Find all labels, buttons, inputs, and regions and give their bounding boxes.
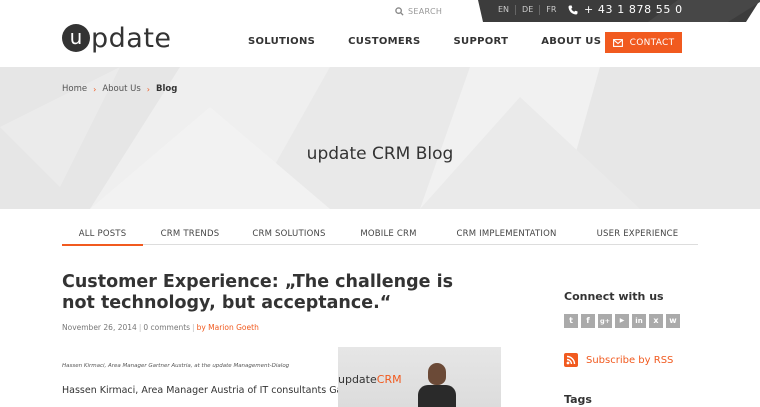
- chevron-right-icon: ›: [93, 84, 97, 94]
- tab-all-posts[interactable]: ALL POSTS: [62, 229, 143, 246]
- tab-mobile-crm[interactable]: MOBILE CRM: [341, 229, 436, 244]
- article-excerpt: Hassen Kirmaci, Area Manager Austria of …: [62, 385, 369, 396]
- breadcrumb-current: Blog: [156, 84, 178, 94]
- youtube-icon[interactable]: ▶: [615, 314, 629, 328]
- language-switcher: EN DE FR: [492, 5, 562, 15]
- nav-about-us[interactable]: ABOUT US: [541, 36, 601, 47]
- photo-sign-suffix: CRM: [376, 373, 402, 386]
- photo-sign-prefix: update: [338, 373, 377, 386]
- search-label: SEARCH: [408, 7, 443, 16]
- search-button[interactable]: SEARCH: [395, 7, 442, 16]
- contact-button[interactable]: CONTACT: [605, 32, 682, 53]
- meta-divider: |: [138, 323, 142, 332]
- lang-fr[interactable]: FR: [540, 5, 562, 15]
- category-tabs: ALL POSTS CRM TRENDS CRM SOLUTIONS MOBIL…: [62, 229, 698, 246]
- nav-solutions[interactable]: SOLUTIONS: [248, 36, 315, 47]
- twitter-icon[interactable]: t: [564, 314, 578, 328]
- nav-support[interactable]: SUPPORT: [454, 36, 509, 47]
- article-meta: November 26, 2014 | 0 comments | by Mari…: [62, 323, 259, 332]
- linkedin-icon[interactable]: in: [632, 314, 646, 328]
- lang-en[interactable]: EN: [492, 5, 517, 15]
- facebook-icon[interactable]: f: [581, 314, 595, 328]
- article-comments[interactable]: 0 comments: [143, 323, 190, 332]
- article-date: November 26, 2014: [62, 323, 137, 332]
- main-nav: SOLUTIONS CUSTOMERS SUPPORT ABOUT US: [248, 36, 634, 47]
- breadcrumb: Home › About Us › Blog: [62, 84, 177, 94]
- contact-label: CONTACT: [629, 37, 675, 48]
- tab-crm-solutions[interactable]: CRM SOLUTIONS: [237, 229, 341, 244]
- connect-title: Connect with us: [564, 290, 664, 303]
- chevron-right-icon: ›: [146, 84, 150, 94]
- site-header: u pdate SEARCH EN DE FR + 43 1 878 55 0 …: [0, 0, 760, 67]
- top-bar: EN DE FR + 43 1 878 55 0: [478, 0, 760, 22]
- hero-banner: Home › About Us › Blog update CRM Blog: [0, 67, 760, 209]
- image-caption: Hassen Kirmaci, Area Manager Gartner Aus…: [62, 363, 290, 369]
- tab-user-experience[interactable]: USER EXPERIENCE: [577, 229, 698, 244]
- phone-link[interactable]: + 43 1 878 55 0: [568, 3, 683, 16]
- logo-letter: u: [62, 24, 90, 52]
- breadcrumb-about-us[interactable]: About Us: [102, 84, 140, 94]
- rss-link[interactable]: Subscribe by RSS: [564, 353, 673, 367]
- lang-de[interactable]: DE: [516, 5, 541, 15]
- phone-icon: [568, 5, 578, 14]
- article-title[interactable]: Customer Experience: „The challenge is n…: [62, 272, 462, 314]
- tab-crm-trends[interactable]: CRM TRENDS: [143, 229, 237, 244]
- article-author[interactable]: by Marion Goeth: [197, 323, 259, 332]
- photo-sign: updateCRM: [338, 373, 402, 386]
- phone-number: + 43 1 878 55 0: [584, 3, 683, 16]
- xing-icon[interactable]: x: [649, 314, 663, 328]
- rss-label: Subscribe by RSS: [586, 354, 674, 366]
- meta-divider: |: [192, 323, 195, 332]
- logo[interactable]: u pdate: [62, 22, 172, 54]
- person-head: [428, 363, 446, 385]
- breadcrumb-home[interactable]: Home: [62, 84, 87, 94]
- person-body: [418, 385, 456, 407]
- social-links: t f g+ ▶ in x w: [564, 314, 683, 328]
- rss-icon: [564, 353, 578, 367]
- nav-customers[interactable]: CUSTOMERS: [348, 36, 420, 47]
- tab-crm-implementation[interactable]: CRM IMPLEMENTATION: [436, 229, 577, 244]
- mail-icon: [612, 38, 623, 47]
- logo-text: pdate: [91, 22, 172, 54]
- page-title: update CRM Blog: [306, 144, 454, 164]
- google-plus-icon[interactable]: g+: [598, 314, 612, 328]
- article-photo[interactable]: updateCRM: [338, 347, 501, 407]
- search-icon: [395, 7, 404, 16]
- wordpress-icon[interactable]: w: [666, 314, 680, 328]
